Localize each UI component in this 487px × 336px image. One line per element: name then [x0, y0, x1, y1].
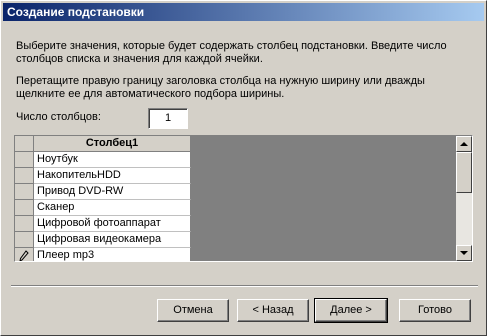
grid-header-row: Столбец1: [15, 136, 191, 152]
back-button[interactable]: < Назад: [237, 299, 309, 322]
table-row: Плеер mp3: [15, 248, 191, 261]
pencil-icon: [19, 249, 29, 261]
row-selector[interactable]: [15, 248, 34, 261]
row-selector[interactable]: [15, 200, 34, 216]
grid-cell[interactable]: НакопительHDD: [34, 168, 191, 184]
columns-count-input[interactable]: 1: [148, 108, 188, 129]
finish-button[interactable]: Готово: [399, 299, 471, 322]
lookup-wizard-window: Создание подстановки Выберите значения, …: [0, 0, 487, 336]
row-selector[interactable]: [15, 232, 34, 248]
grid-cell-editing[interactable]: Плеер mp3: [34, 248, 191, 261]
grid-cell[interactable]: Цифровая видеокамера: [34, 232, 191, 248]
table-row: Привод DVD-RW: [15, 184, 191, 200]
table-row: Цифровой фотоаппарат: [15, 216, 191, 232]
arrow-down-icon: [460, 251, 468, 255]
window-title: Создание подстановки: [3, 3, 484, 21]
grid-cell[interactable]: Цифровой фотоаппарат: [34, 216, 191, 232]
values-grid[interactable]: Столбец1 Ноутбук НакопительHDD Привод DV…: [14, 135, 473, 262]
column-header-1[interactable]: Столбец1: [34, 136, 191, 152]
vertical-scrollbar[interactable]: [456, 136, 472, 261]
scroll-down-button[interactable]: [456, 245, 472, 261]
next-button[interactable]: Далее >: [314, 298, 388, 323]
row-selector[interactable]: [15, 184, 34, 200]
row-selector[interactable]: [15, 168, 34, 184]
table-row: НакопительHDD: [15, 168, 191, 184]
arrow-up-icon: [460, 142, 468, 146]
table-row: Ноутбук: [15, 152, 191, 168]
scroll-thumb[interactable]: [456, 152, 472, 193]
cancel-button[interactable]: Отмена: [157, 299, 229, 322]
grid-cell[interactable]: Привод DVD-RW: [34, 184, 191, 200]
grid-corner: [15, 136, 34, 152]
row-selector[interactable]: [15, 216, 34, 232]
grid-cell[interactable]: Сканер: [34, 200, 191, 216]
table-row: Сканер: [15, 200, 191, 216]
scroll-up-button[interactable]: [456, 136, 472, 152]
instruction-line-3: Перетащите правую границу заголовка стол…: [16, 75, 425, 87]
instruction-line-2: столбцов списка и значения для каждой яч…: [16, 53, 263, 65]
row-selector[interactable]: [15, 152, 34, 168]
grid-cell[interactable]: Ноутбук: [34, 152, 191, 168]
grid-column-area: Столбец1 Ноутбук НакопительHDD Привод DV…: [15, 136, 191, 261]
instruction-line-1: Выберите значения, которые будет содержа…: [16, 40, 447, 52]
footer-divider: [11, 285, 478, 287]
instruction-line-4: щелкните ее для автоматического подбора …: [16, 88, 285, 100]
columns-count-label: Число столбцов:: [16, 111, 101, 123]
table-row: Цифровая видеокамера: [15, 232, 191, 248]
